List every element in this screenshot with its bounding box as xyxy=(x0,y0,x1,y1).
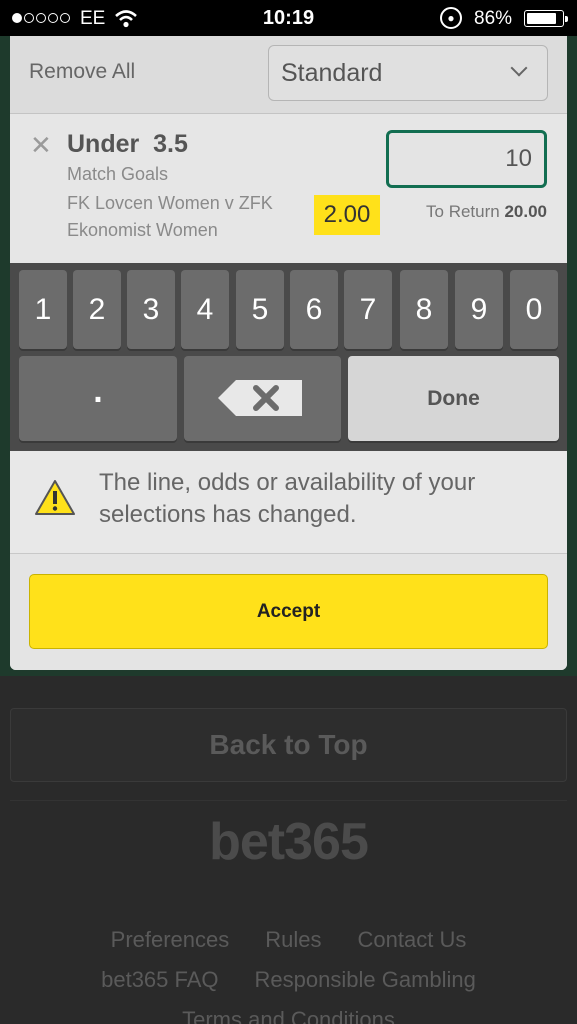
to-return-value: 20.00 xyxy=(504,202,547,221)
chevron-down-icon xyxy=(510,59,528,77)
close-icon[interactable]: ✕ xyxy=(30,132,52,158)
key-7[interactable]: 7 xyxy=(344,270,392,349)
betslip-panel: Remove All Standard ✕ Under 3.5 Match Go… xyxy=(10,36,567,670)
key-6[interactable]: 6 xyxy=(290,270,338,349)
battery-icon xyxy=(524,10,568,27)
remove-all-button[interactable]: Remove All xyxy=(29,60,135,84)
footer-row-2: bet365 FAQ Responsible Gambling xyxy=(0,960,577,1000)
selection-market: Match Goals xyxy=(67,164,169,184)
message-text: The line, odds or availability of your s… xyxy=(99,469,476,528)
stake-input[interactable]: 10 xyxy=(386,130,547,188)
key-1[interactable]: 1 xyxy=(19,270,67,349)
odds-value: 2.00 xyxy=(314,195,380,235)
footer-link-rules[interactable]: Rules xyxy=(265,927,321,953)
footer-row-1: Preferences Rules Contact Us xyxy=(0,920,577,960)
bet-type-select[interactable]: Standard xyxy=(268,45,548,101)
key-2[interactable]: 2 xyxy=(73,270,121,349)
key-0[interactable]: 0 xyxy=(510,270,558,349)
footer-link-terms-and-conditions[interactable]: Terms and Conditions xyxy=(182,1007,395,1024)
warning-icon xyxy=(35,480,75,515)
selection-name: Under 3.5 xyxy=(67,130,188,158)
status-bar: EE 10:19 ● 86% xyxy=(0,0,577,36)
done-button[interactable]: Done xyxy=(348,356,559,441)
footer-link-responsible-gambling[interactable]: Responsible Gambling xyxy=(255,967,476,993)
footer-links: Preferences Rules Contact Us bet365 FAQ Res… xyxy=(0,920,577,1024)
back-to-top-button[interactable]: Back to Top xyxy=(10,708,567,782)
betslip-header: Remove All Standard xyxy=(10,36,567,114)
footer-link-bet365-faq[interactable]: bet365 FAQ xyxy=(101,967,218,993)
backspace-icon xyxy=(218,380,302,416)
accept-area: Accept xyxy=(10,554,567,670)
key-5[interactable]: 5 xyxy=(236,270,284,349)
numeric-keypad: 1234567890 . Done xyxy=(10,263,567,451)
selection-event: FK Lovcen Women v ZFK Ekonomist Women xyxy=(67,193,273,240)
bet-selection: ✕ Under 3.5 Match Goals FK Lovcen Women … xyxy=(10,114,567,341)
key-decimal[interactable]: . xyxy=(19,356,177,441)
key-backspace[interactable] xyxy=(184,356,341,441)
key-8[interactable]: 8 xyxy=(400,270,448,349)
footer-row-3: Terms and Conditions xyxy=(0,1000,577,1024)
key-9[interactable]: 9 xyxy=(455,270,503,349)
footer-link-preferences[interactable]: Preferences xyxy=(111,927,230,953)
odds-change-message: The line, odds or availability of your s… xyxy=(10,451,567,554)
battery-percent: 86% xyxy=(474,8,513,29)
key-3[interactable]: 3 xyxy=(127,270,175,349)
to-return: To Return 20.00 xyxy=(386,202,547,222)
footer-link-contact-us[interactable]: Contact Us xyxy=(358,927,467,953)
accept-button[interactable]: Accept xyxy=(29,574,548,649)
bet365-logo: bet365 xyxy=(209,813,369,871)
rotation-lock-icon: ● xyxy=(440,7,462,29)
to-return-label: To Return xyxy=(426,202,500,221)
bet-type-value: Standard xyxy=(281,59,383,87)
key-4[interactable]: 4 xyxy=(181,270,229,349)
footer-divider xyxy=(10,800,567,801)
